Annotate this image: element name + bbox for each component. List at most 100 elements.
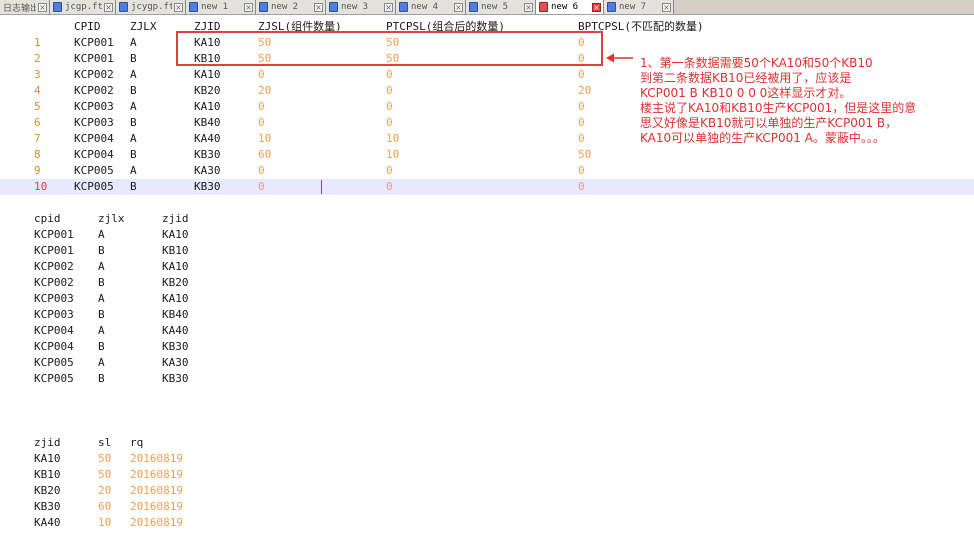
table1-cell: KB20 bbox=[194, 84, 221, 97]
table3-row: KB30 60 20160819 bbox=[0, 499, 974, 515]
close-tab-icon[interactable]: × bbox=[244, 2, 253, 12]
table1-cell: KCP005 bbox=[74, 180, 114, 193]
file-icon bbox=[53, 2, 62, 12]
table2-cell: KB30 bbox=[162, 372, 189, 385]
close-tab-icon[interactable]: × bbox=[174, 2, 183, 12]
table3-row: KB10 50 20160819 bbox=[0, 467, 974, 483]
line-number: 4 bbox=[34, 84, 41, 97]
close-tab-icon[interactable]: × bbox=[38, 2, 47, 12]
table2-row: KCP004 A KA40 bbox=[0, 323, 974, 339]
file-icon bbox=[329, 2, 338, 12]
table2-cell: KB30 bbox=[162, 340, 189, 353]
table1-cell: A bbox=[130, 36, 137, 49]
table2-header: zjid bbox=[162, 212, 189, 225]
table1-cell: A bbox=[130, 132, 137, 145]
tab-label: jcygp.ftl bbox=[131, 2, 172, 12]
table1-cell: B bbox=[130, 116, 137, 129]
table3-cell: 50 bbox=[98, 452, 112, 465]
table3-cell: 60 bbox=[98, 500, 112, 513]
table1-cell: 0 bbox=[258, 180, 265, 193]
tab-5[interactable]: new 2 × bbox=[256, 0, 326, 14]
table1-cell: 10 bbox=[386, 148, 400, 161]
file-icon bbox=[607, 2, 616, 12]
table1-cell: KCP001 bbox=[74, 52, 114, 65]
table2-header: zjlx bbox=[98, 212, 125, 225]
table3-row: KA40 10 20160819 bbox=[0, 515, 974, 531]
table1-cell: 50 bbox=[578, 148, 592, 161]
table2-cell: KA10 bbox=[162, 292, 189, 305]
line-number: 7 bbox=[34, 132, 41, 145]
table2-header: cpid bbox=[34, 212, 61, 225]
table1-header: ZJLX bbox=[130, 20, 157, 33]
file-icon bbox=[469, 2, 478, 12]
table1-cell: 0 bbox=[578, 68, 585, 81]
tab-label: jcgp.ftl bbox=[65, 2, 102, 12]
table1-cell: KCP004 bbox=[74, 132, 114, 145]
annotation-line: KA10可以单独的生产KCP001 A。蒙蔽中。。。 bbox=[640, 131, 885, 145]
table1-cell: B bbox=[130, 148, 137, 161]
close-tab-icon[interactable]: × bbox=[662, 2, 671, 12]
tab-3[interactable]: jcygp.ftl× bbox=[116, 0, 186, 14]
table1-cell: B bbox=[130, 52, 137, 65]
table1-row: 10 KCP005 B KB30 0 0 0 bbox=[0, 179, 974, 195]
table3-cell: KA10 bbox=[34, 452, 61, 465]
tab-9[interactable]: new 6 × bbox=[536, 0, 604, 14]
table1-cell: B bbox=[130, 84, 137, 97]
tab-8[interactable]: new 5 × bbox=[466, 0, 536, 14]
table1-cell: 0 bbox=[578, 100, 585, 113]
close-tab-icon[interactable]: × bbox=[384, 2, 393, 12]
table2-cell: KB40 bbox=[162, 308, 189, 321]
table1-cell: KA40 bbox=[194, 132, 221, 145]
table2-cell: A bbox=[98, 292, 105, 305]
table1-cell: KCP003 bbox=[74, 116, 114, 129]
table1-cell: 0 bbox=[578, 180, 585, 193]
table3-cell: 20160819 bbox=[130, 468, 183, 481]
table2-row: KCP005 A KA30 bbox=[0, 355, 974, 371]
tab-label: new 1 bbox=[201, 2, 229, 12]
table2-cell: KA10 bbox=[162, 228, 189, 241]
close-tab-icon[interactable]: × bbox=[454, 2, 463, 12]
close-tab-icon[interactable]: × bbox=[592, 2, 601, 12]
tab-1[interactable]: 日志输出.txt× bbox=[0, 0, 50, 14]
table2-cell: KCP003 bbox=[34, 292, 74, 305]
close-tab-icon[interactable]: × bbox=[314, 2, 323, 12]
close-tab-icon[interactable]: × bbox=[524, 2, 533, 12]
table1-cell: 0 bbox=[386, 164, 393, 177]
annotation-line: KCP001 B KB10 0 0 0这样显示才对。 bbox=[640, 86, 852, 100]
table1-cell: KCP002 bbox=[74, 84, 114, 97]
table1-cell: 0 bbox=[386, 100, 393, 113]
table2-row: KCP001 B KB10 bbox=[0, 243, 974, 259]
table1-cell: 10 bbox=[386, 132, 400, 145]
table1-row: 8 KCP004 B KB30 60 10 50 bbox=[0, 147, 974, 163]
tab-10[interactable]: new 7 × bbox=[604, 0, 674, 14]
arrow-icon bbox=[606, 53, 633, 63]
table1-cell: KA10 bbox=[194, 100, 221, 113]
file-icon bbox=[189, 2, 198, 12]
table2-cell: KCP004 bbox=[34, 340, 74, 353]
tab-7[interactable]: new 4 × bbox=[396, 0, 466, 14]
table1-cell: 0 bbox=[386, 116, 393, 129]
close-tab-icon[interactable]: × bbox=[104, 2, 113, 12]
table3-header: sl bbox=[98, 436, 112, 449]
table1-cell: KB40 bbox=[194, 116, 221, 129]
tab-2[interactable]: jcgp.ftl× bbox=[50, 0, 116, 14]
table1-cell: 0 bbox=[258, 100, 265, 113]
table3-cell: 50 bbox=[98, 468, 112, 481]
table1-cell: 0 bbox=[578, 164, 585, 177]
table2-row: KCP003 B KB40 bbox=[0, 307, 974, 323]
tab-6[interactable]: new 3 × bbox=[326, 0, 396, 14]
table1-cell: A bbox=[130, 100, 137, 113]
table2-cell: KCP002 bbox=[34, 260, 74, 273]
table1-cell: KCP003 bbox=[74, 100, 114, 113]
table1-cell: 20 bbox=[578, 84, 592, 97]
table3-cell: KB30 bbox=[34, 500, 61, 513]
tab-4[interactable]: new 1 × bbox=[186, 0, 256, 14]
table1-cell: 0 bbox=[578, 116, 585, 129]
table2-cell: KCP001 bbox=[34, 228, 74, 241]
table1-cell: KCP001 bbox=[74, 36, 114, 49]
table3-cell: 10 bbox=[98, 516, 112, 529]
tab-label: new 6 bbox=[551, 2, 579, 12]
table2-cell: B bbox=[98, 276, 105, 289]
file-icon bbox=[399, 2, 408, 12]
file-icon bbox=[119, 2, 128, 12]
